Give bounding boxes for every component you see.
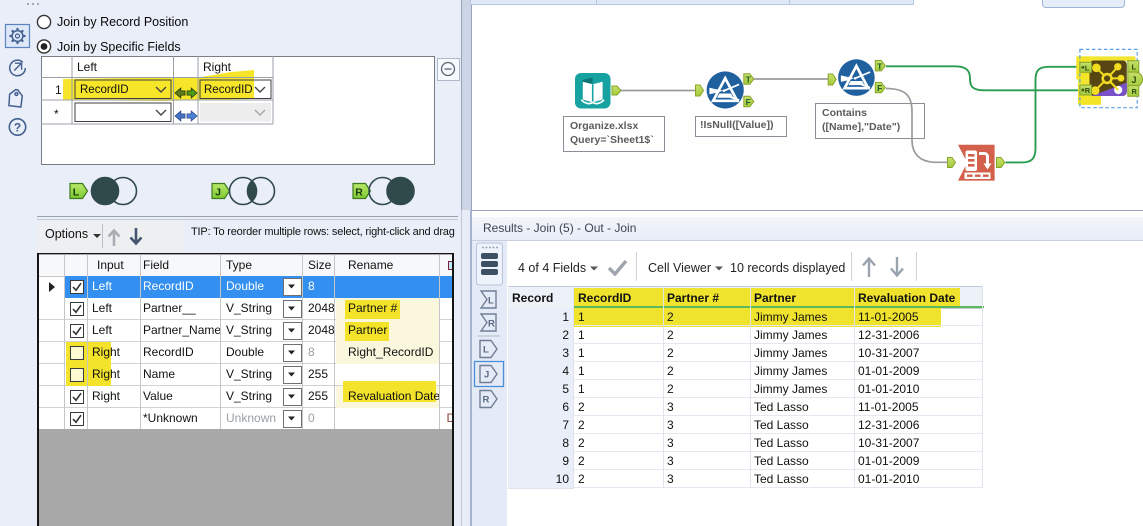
svg-text:L: L: [488, 296, 494, 307]
svg-text:L: L: [483, 345, 489, 356]
svg-text:J: J: [215, 187, 221, 199]
svg-text:R: R: [355, 187, 363, 199]
svg-text:L: L: [73, 187, 80, 199]
svg-text:J: J: [484, 370, 489, 381]
svg-text:R: R: [488, 319, 495, 330]
svg-text:R: R: [483, 395, 490, 406]
svg-text:?: ?: [14, 121, 21, 135]
